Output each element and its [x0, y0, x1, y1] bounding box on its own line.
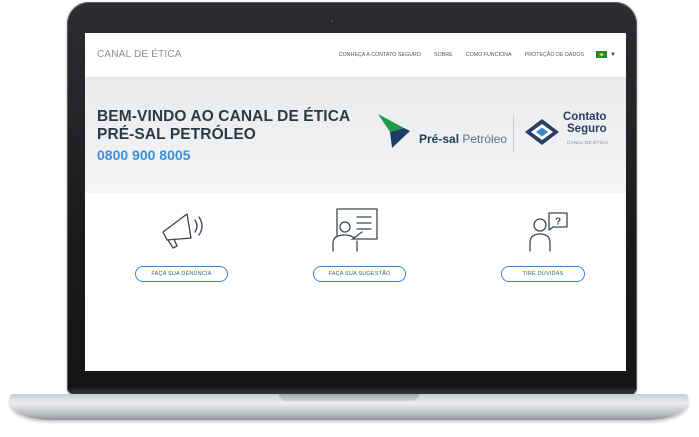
provider-logo-subtitle: CANAL DE ÉTICA — [567, 140, 609, 145]
sugestao-button[interactable]: FAÇA SUA SUGESTÃO — [313, 266, 406, 282]
laptop-base-notch — [279, 394, 419, 401]
laptop-screen: CANAL DE ÉTICA CONHEÇA A CONTATO SEGURO … — [85, 33, 626, 371]
site-brand[interactable]: CANAL DE ÉTICA — [97, 49, 182, 60]
nav-link-como-funciona[interactable]: COMO FUNCIONA — [466, 52, 512, 58]
contato-seguro-logo: Contato Seguro — [563, 111, 607, 135]
question-bubble-icon: ? — [529, 212, 568, 252]
logo-divider — [513, 116, 514, 152]
provider-logo-line1: Contato — [563, 111, 607, 123]
tire-duvidas-button[interactable]: TIRE DÚVIDAS — [501, 266, 585, 282]
nav-link-sobre[interactable]: SOBRE — [434, 52, 453, 58]
pre-sal-petroleo-logo: Pré-sal Petróleo — [419, 132, 507, 146]
brazil-flag-icon[interactable] — [596, 51, 608, 58]
partner-logo-part1: Pré-sal — [419, 132, 460, 146]
hero-title-line1: BEM-VINDO AO CANAL DE ÉTICA — [97, 108, 351, 125]
denuncia-button[interactable]: FAÇA SUA DENÚNCIA — [135, 266, 228, 282]
partner-logo-part2: Petróleo — [462, 132, 508, 146]
hero-banner: BEM-VINDO AO CANAL DE ÉTICA PRÉ-SAL PETR… — [85, 78, 626, 193]
site-header: CANAL DE ÉTICA CONHEÇA A CONTATO SEGURO … — [85, 33, 626, 78]
pre-sal-petroleo-logo-icon — [378, 114, 410, 148]
chevron-down-icon[interactable]: ▼ — [610, 52, 616, 58]
hero-title: BEM-VINDO AO CANAL DE ÉTICA PRÉ-SAL PETR… — [97, 108, 350, 144]
hero-title-line2: PRÉ-SAL PETRÓLEO — [97, 126, 256, 143]
contato-seguro-logo-icon — [525, 119, 559, 145]
main-nav: CONHEÇA A CONTATO SEGURO SOBRE COMO FUNC… — [326, 51, 616, 58]
megaphone-icon — [162, 213, 203, 249]
nav-link-conheca[interactable]: CONHEÇA A CONTATO SEGURO — [339, 52, 421, 58]
presentation-icon — [332, 208, 378, 252]
webcam — [329, 18, 335, 24]
hero-phone-number: 0800 900 8005 — [97, 147, 191, 163]
provider-logo-line2: Seguro — [567, 123, 607, 135]
nav-link-protecao-dados[interactable]: PROTEÇÃO DE DADOS — [525, 52, 584, 58]
svg-text:?: ? — [555, 217, 561, 228]
